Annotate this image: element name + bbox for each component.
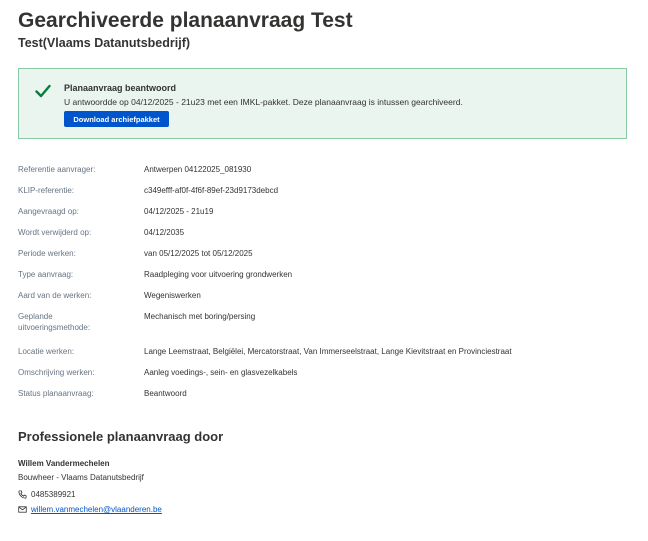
- detail-value: c349efff-af0f-4f6f-89ef-23d9173debcd: [144, 186, 279, 195]
- detail-value: 04/12/2035: [144, 228, 185, 237]
- detail-label: Type aanvraag:: [18, 270, 74, 279]
- mail-icon: [18, 506, 27, 513]
- detail-label: Aard van de werken:: [18, 291, 92, 300]
- detail-label: Omschrijving werken:: [18, 368, 95, 377]
- detail-label: Geplande uitvoeringsmethode:: [18, 312, 91, 332]
- phone-icon: [18, 490, 27, 499]
- detail-value: van 05/12/2025 tot 05/12/2025: [144, 249, 253, 258]
- detail-label: Referentie aanvrager:: [18, 165, 96, 174]
- detail-value: 04/12/2025 - 21u19: [144, 207, 214, 216]
- alert-text: U antwoordde op 04/12/2025 - 21u23 met e…: [64, 97, 463, 107]
- page: Gearchiveerde planaanvraag Test Test(Vla…: [0, 0, 648, 541]
- detail-value: Aanleg voedings-, sein- en glasvezelkabe…: [144, 368, 298, 377]
- professional-section-title: Professionele planaanvraag door: [18, 429, 224, 444]
- detail-label: Periode werken:: [18, 249, 76, 258]
- detail-label: Status planaanvraag:: [18, 389, 94, 398]
- contact-phone: 0485389921: [18, 490, 76, 499]
- contact-name: Willem Vandermechelen: [18, 459, 110, 468]
- detail-label: KLIP-referentie:: [18, 186, 75, 195]
- check-icon: [35, 84, 51, 98]
- detail-value: Raadpleging voor uitvoering grondwerken: [144, 270, 293, 279]
- detail-label: Locatie werken:: [18, 347, 75, 356]
- detail-value: Mechanisch met boring/persing: [144, 312, 256, 321]
- contact-phone-number: 0485389921: [31, 490, 76, 499]
- detail-label: Wordt verwijderd op:: [18, 228, 92, 237]
- success-alert: Planaanvraag beantwoord U antwoordde op …: [18, 68, 627, 139]
- alert-title: Planaanvraag beantwoord: [64, 83, 177, 93]
- detail-value: Wegeniswerken: [144, 291, 201, 300]
- detail-value: Antwerpen 04122025_081930: [144, 165, 252, 174]
- contact-email-line: willem.vanmechelen@vlaanderen.be: [18, 505, 162, 514]
- contact-role: Bouwheer - Vlaams Datanutsbedrijf: [18, 473, 144, 482]
- detail-label: Aangevraagd op:: [18, 207, 79, 216]
- page-subtitle: Test(Vlaams Datanutsbedrijf): [18, 36, 191, 50]
- detail-value: Beantwoord: [144, 389, 187, 398]
- contact-email-link[interactable]: willem.vanmechelen@vlaanderen.be: [31, 505, 162, 514]
- download-archive-button[interactable]: Download archiefpakket: [64, 111, 169, 127]
- page-title: Gearchiveerde planaanvraag Test: [18, 9, 353, 32]
- detail-value: Lange Leemstraat, Belgiëlei, Mercatorstr…: [144, 347, 512, 356]
